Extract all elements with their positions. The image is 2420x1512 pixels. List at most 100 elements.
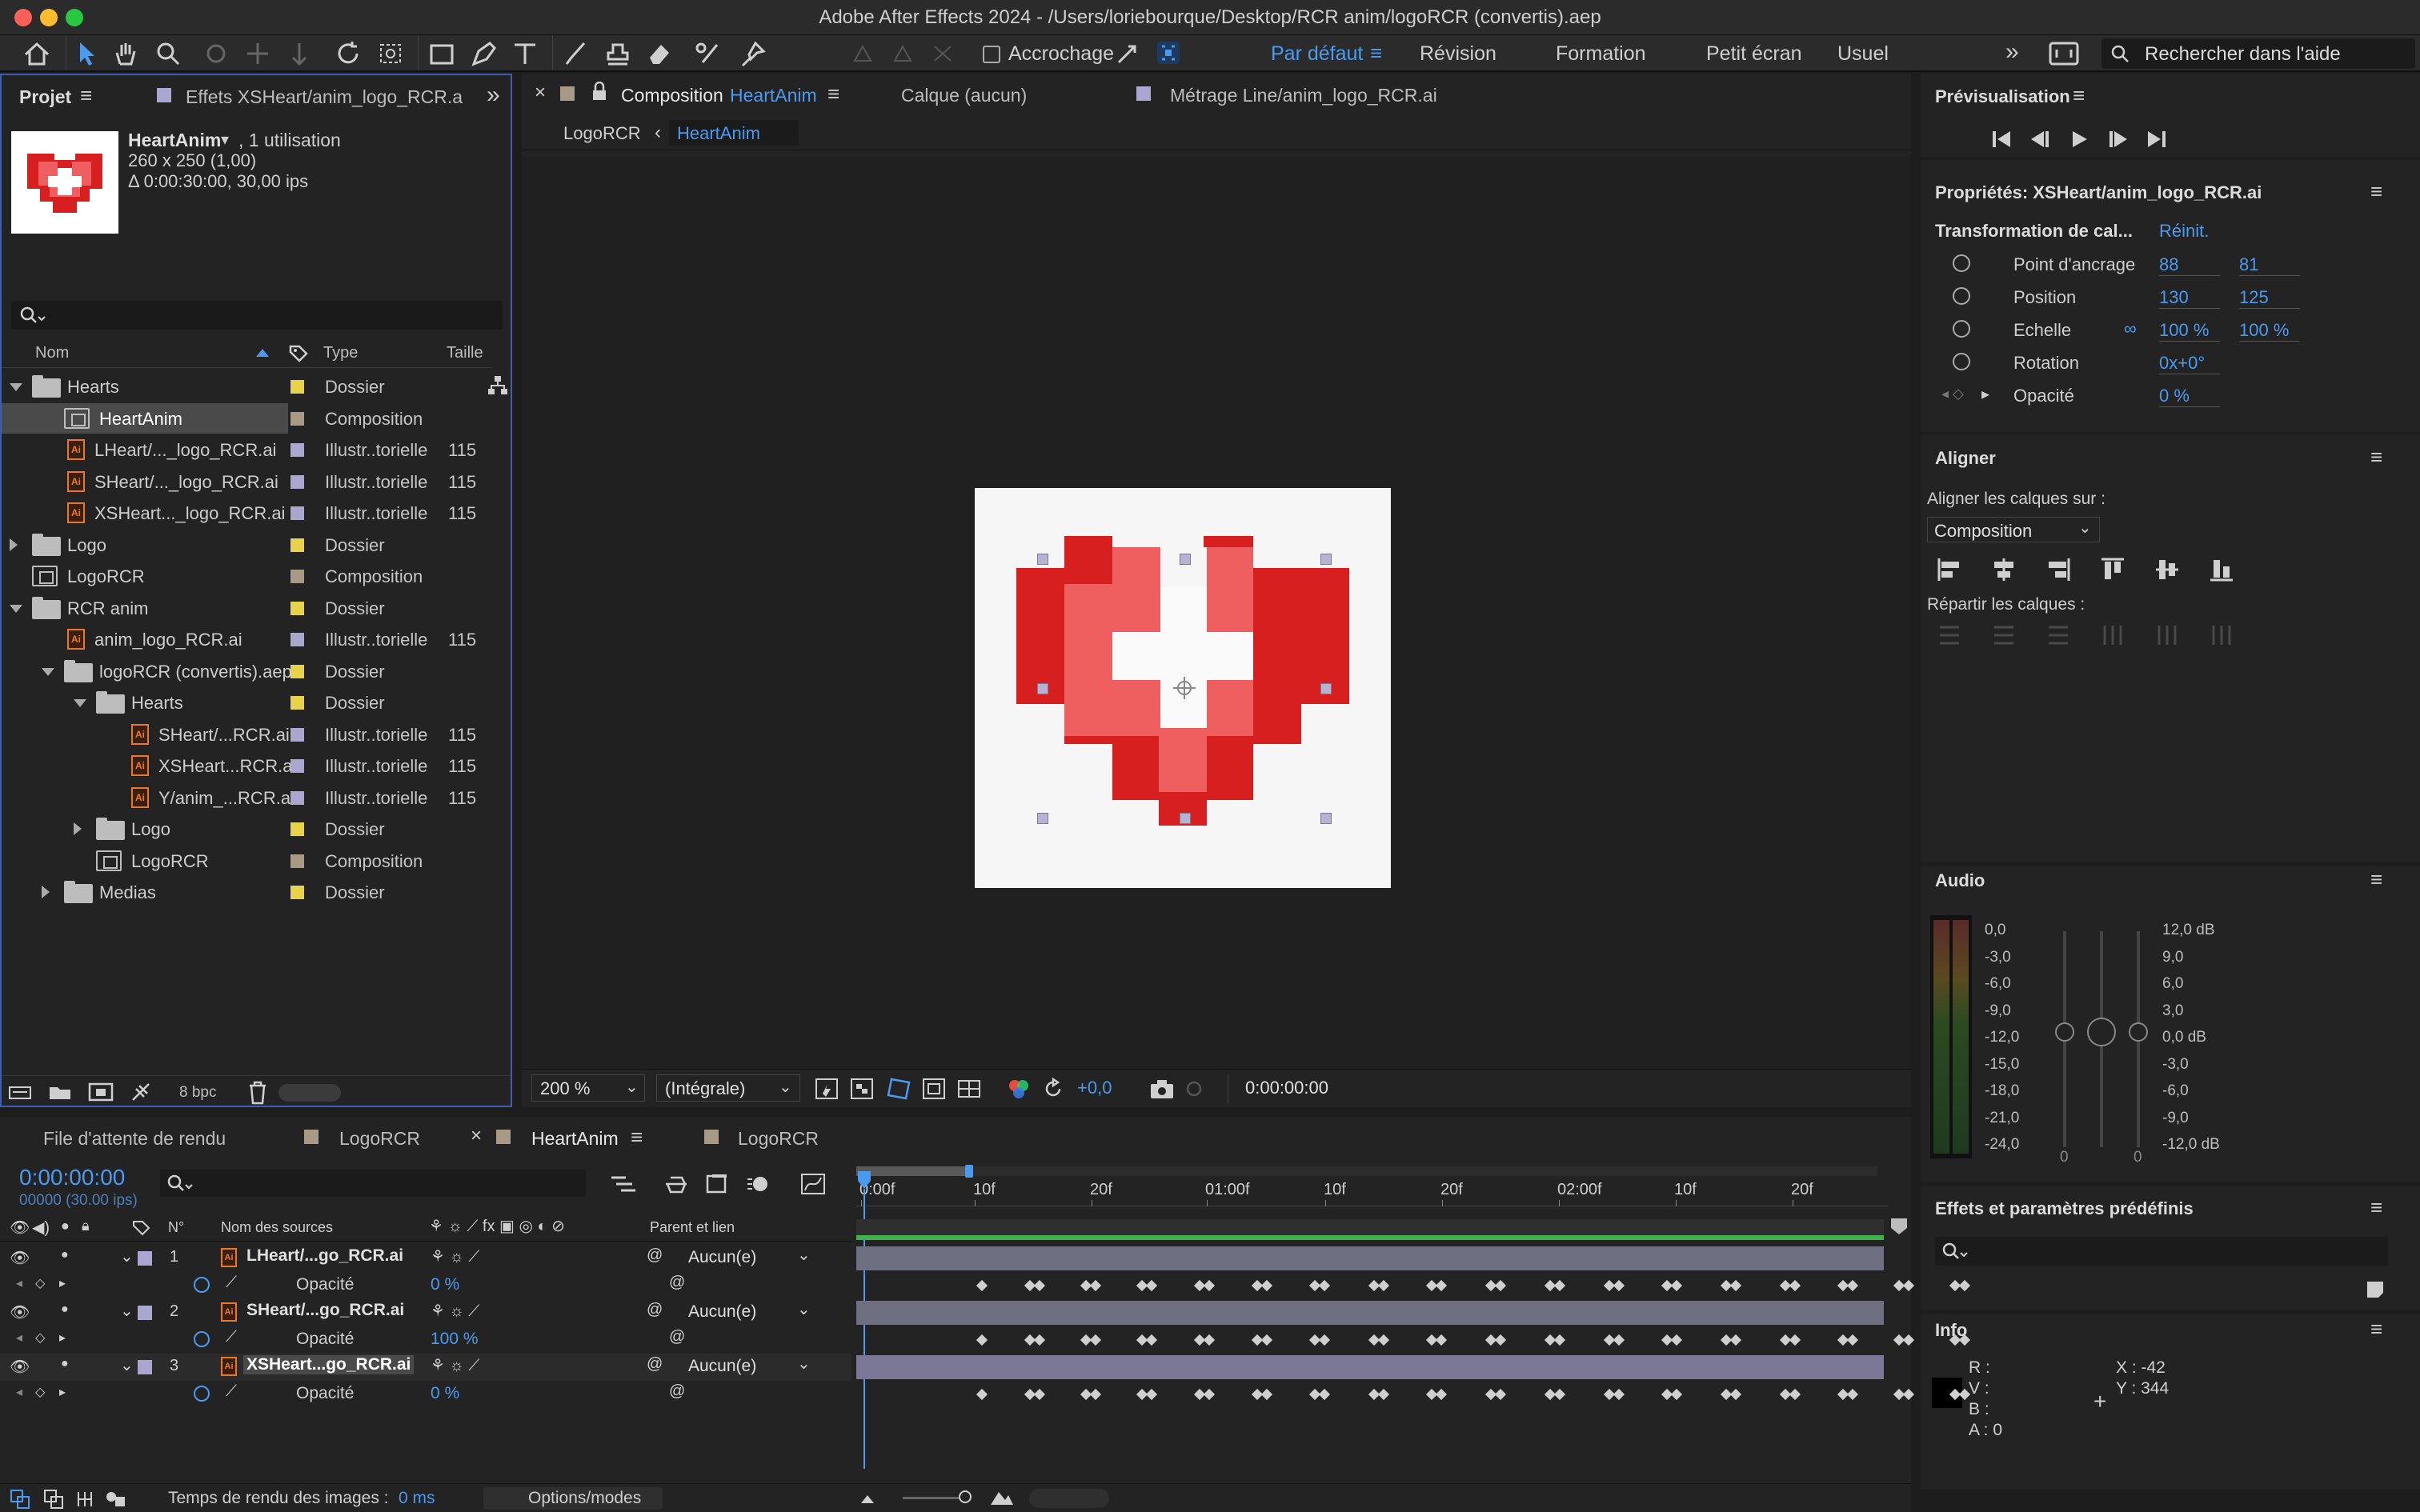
render-time-toggle-icon[interactable] <box>104 1489 126 1510</box>
composition-frame[interactable] <box>975 488 1391 888</box>
breadcrumb-logorcr[interactable]: LogoRCR <box>563 123 641 144</box>
eye-icon[interactable]: 👁 <box>10 1357 30 1377</box>
transform-handle[interactable] <box>1037 683 1048 694</box>
preview-menu-icon[interactable]: ≡ <box>2073 83 2085 108</box>
keyframe-marker[interactable] <box>1260 1334 1273 1346</box>
project-item-row[interactable]: Ai Y/anim_...RCR.ai Illustr..torielle 115 <box>2 782 487 813</box>
timeline-search-input[interactable] <box>160 1170 586 1197</box>
new-preset-icon[interactable] <box>2364 1278 2386 1301</box>
pan-camera-icon[interactable] <box>243 40 272 67</box>
bit-depth-button[interactable]: 8 bpc <box>179 1084 216 1102</box>
keyframe-next-icon[interactable]: ▸ <box>59 1384 66 1400</box>
project-item-row[interactable]: logoRCR (convertis).aep Dossier <box>2 656 487 686</box>
keyframe-marker[interactable] <box>1145 1279 1158 1292</box>
solo-dot-icon[interactable]: ● <box>61 1302 69 1317</box>
work-area-range[interactable] <box>856 1166 968 1176</box>
label-swatch[interactable] <box>290 601 304 615</box>
keyframe-prev-icon[interactable]: ◂ <box>16 1384 22 1400</box>
logorcr-timeline-tab-2[interactable]: LogoRCR <box>738 1128 819 1150</box>
align-horizontal-center-icon[interactable] <box>1991 557 2017 582</box>
in-out-toggle-icon[interactable] <box>75 1489 96 1510</box>
show-snapshot-icon[interactable] <box>1183 1078 1208 1100</box>
label-swatch[interactable] <box>290 759 304 773</box>
current-time-indicator-icon[interactable] <box>856 1170 872 1190</box>
property-value-2[interactable]: 100 % <box>2239 320 2300 342</box>
align-bottom-icon[interactable] <box>2209 557 2234 582</box>
snap-options-icon[interactable] <box>1114 40 1140 67</box>
layer-switches-toggle-icon[interactable] <box>10 1489 30 1510</box>
pickwhip-icon[interactable]: @ <box>647 1355 663 1374</box>
keyframe-marker[interactable] <box>1435 1334 1448 1346</box>
timeline-scroll-thumb[interactable] <box>1029 1489 1109 1508</box>
layer-name[interactable]: XSHeart...go_RCR.ai <box>243 1355 415 1374</box>
anchor-point-tool-icon[interactable] <box>376 40 405 67</box>
effects-search-input[interactable] <box>1935 1237 2388 1266</box>
transform-handle[interactable] <box>1180 554 1191 565</box>
label-swatch[interactable] <box>290 664 304 678</box>
keyframe-marker[interactable] <box>1553 1388 1566 1401</box>
time-ruler[interactable]: 0:00f 10f 20f 01:00f 10f 20f 02:00f 10f 20f <box>856 1179 1889 1206</box>
expand-layer-icon[interactable]: ⌄ <box>120 1246 134 1266</box>
property-value-1[interactable]: 0 % <box>2159 386 2220 407</box>
interpret-footage-icon[interactable] <box>8 1084 34 1102</box>
label-tag-icon[interactable] <box>288 344 309 363</box>
label-swatch[interactable] <box>290 538 304 552</box>
comp-tab-prefix[interactable]: Composition <box>621 85 723 106</box>
project-item-row[interactable]: LogoRCR Composition <box>2 561 487 591</box>
properties-menu-icon[interactable]: ≡ <box>2370 179 2382 204</box>
project-item-row[interactable]: RCR anim Dossier <box>2 593 487 623</box>
source-name-header[interactable]: Nom des sources <box>221 1219 333 1236</box>
stopwatch-icon[interactable] <box>1953 353 1970 370</box>
home-icon[interactable] <box>22 40 51 67</box>
frame-blending-icon[interactable] <box>704 1173 731 1195</box>
last-frame-icon[interactable] <box>2146 130 2169 149</box>
layer-duration-bar[interactable] <box>856 1355 1884 1379</box>
reset-transform-link[interactable]: Réinit. <box>2159 221 2209 242</box>
keyframe-marker[interactable] <box>1902 1334 1915 1346</box>
axis-tool-icon[interactable] <box>848 40 877 67</box>
property-value-1[interactable]: 88 <box>2159 254 2220 276</box>
lock-icon[interactable] <box>591 82 608 102</box>
keyframe-marker[interactable] <box>1260 1279 1273 1292</box>
keyframe-marker[interactable] <box>1670 1334 1683 1346</box>
stopwatch-icon[interactable] <box>1953 254 1970 272</box>
keyframe-marker[interactable] <box>1203 1334 1216 1346</box>
graph-icon[interactable]: ⟋ <box>226 1274 237 1292</box>
transform-handle[interactable] <box>1037 813 1048 824</box>
comp-tab-name[interactable]: HeartAnim <box>730 85 817 106</box>
trash-icon[interactable] <box>246 1081 269 1105</box>
workspace-formation[interactable]: Formation <box>1556 42 1646 66</box>
more-workspaces-icon[interactable]: » <box>2005 38 2019 66</box>
layer-row[interactable]: 👁 ● ⌄ 1 Ai LHeart/...go_RCR.ai ⚘ ☼ ⟋ @ Aucun(e) ⌄ <box>0 1245 851 1272</box>
keyframe-add-icon[interactable]: ◇ <box>35 1384 45 1400</box>
keyframe-marker[interactable] <box>1203 1279 1216 1292</box>
exposure-value[interactable]: +0,0 <box>1077 1078 1112 1098</box>
layer-duration-bar[interactable] <box>856 1246 1884 1270</box>
current-time[interactable]: 0:00:00:00 <box>19 1165 125 1190</box>
extend-tool-icon[interactable] <box>1154 38 1183 69</box>
workspace-revision[interactable]: Révision <box>1420 42 1496 66</box>
layer-switches[interactable]: ⚘ ☼ ⟋ <box>431 1246 479 1266</box>
keyframe-marker[interactable] <box>1145 1388 1158 1401</box>
more-tabs-icon[interactable]: » <box>487 82 500 109</box>
expression-pickwhip-icon[interactable]: @ <box>669 1382 685 1401</box>
zoom-in-mountain-icon[interactable] <box>989 1489 1015 1506</box>
layer-switches[interactable]: ⚘ ☼ ⟋ <box>431 1355 479 1375</box>
property-value-1[interactable]: 0x+0° <box>2159 353 2220 374</box>
align-to-dropdown[interactable]: Composition ⌄ <box>1927 517 2100 542</box>
keyframe-marker[interactable] <box>1318 1334 1331 1346</box>
zoom-tool-icon[interactable] <box>155 40 181 67</box>
transform-handle[interactable] <box>1320 554 1332 565</box>
project-search-input[interactable] <box>11 301 503 330</box>
keyframe-marker[interactable] <box>1377 1279 1390 1292</box>
expression-pickwhip-icon[interactable]: @ <box>669 1328 685 1346</box>
transform-handle[interactable] <box>1180 813 1191 824</box>
grid-guides-icon[interactable] <box>957 1078 983 1100</box>
project-item-row[interactable]: Ai XSHeart...RCR.ai Illustr..torielle 115 <box>2 750 487 781</box>
column-type-header[interactable]: Type <box>323 344 358 362</box>
previous-frame-icon[interactable] <box>2029 130 2052 149</box>
zoom-dropdown[interactable]: 200 % ⌄ <box>531 1074 645 1102</box>
rotate-tool-icon[interactable] <box>335 40 363 67</box>
layer-name[interactable]: LHeart/...go_RCR.ai <box>243 1246 407 1266</box>
property-value-1[interactable]: 130 <box>2159 287 2220 309</box>
